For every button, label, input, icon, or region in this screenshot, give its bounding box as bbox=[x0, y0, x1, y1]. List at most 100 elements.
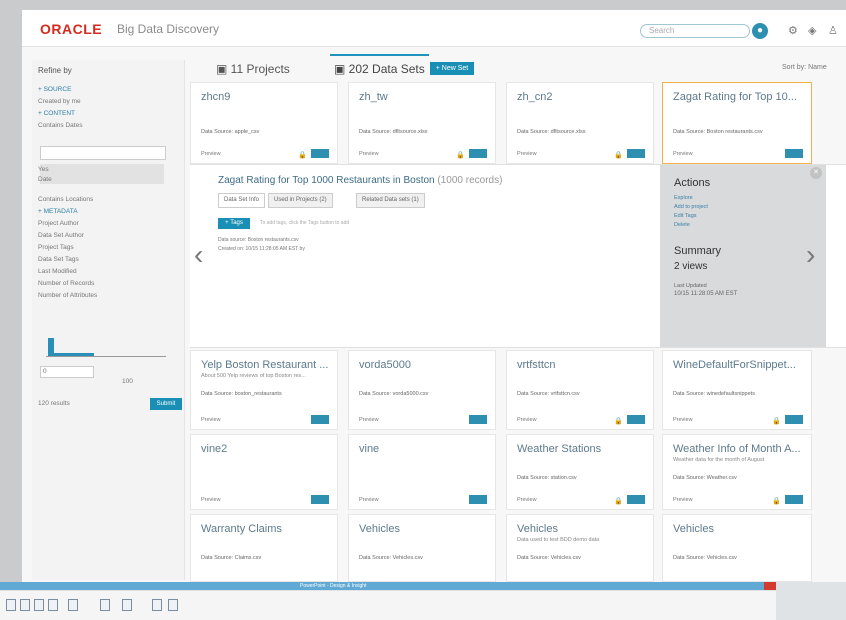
preview-link[interactable]: Preview bbox=[517, 151, 537, 157]
submit-button[interactable]: Submit bbox=[150, 398, 182, 410]
sidebar-item-last-modified[interactable]: Last Modified bbox=[38, 268, 77, 275]
add-button[interactable] bbox=[627, 495, 645, 504]
help-icon[interactable]: ◈ bbox=[808, 24, 816, 37]
card-title[interactable]: vrtfsttcn bbox=[517, 359, 645, 371]
card-title[interactable]: vine bbox=[359, 443, 487, 455]
search-input[interactable]: Search bbox=[640, 24, 750, 38]
add-button[interactable] bbox=[311, 415, 329, 424]
oracle-logo[interactable]: ORACLE bbox=[40, 21, 102, 37]
card-title[interactable]: zhcn9 bbox=[201, 91, 329, 103]
card-title[interactable]: Vehicles bbox=[673, 523, 801, 535]
action-delete[interactable]: Delete bbox=[674, 222, 690, 228]
dataset-card[interactable]: WineDefaultForSnippet... Data Source: wi… bbox=[662, 350, 812, 430]
dropdown-option-yes[interactable]: Yes bbox=[38, 166, 49, 173]
sidebar-item-metadata[interactable]: + METADATA bbox=[38, 208, 78, 215]
sidebar-item-created-by-me[interactable]: Created by me bbox=[38, 98, 81, 105]
action-explore[interactable]: Explore bbox=[674, 195, 693, 201]
range-to-input[interactable]: 100 bbox=[122, 378, 133, 385]
preview-link[interactable]: Preview bbox=[673, 497, 693, 503]
card-title[interactable]: vine2 bbox=[201, 443, 329, 455]
new-icon[interactable] bbox=[6, 599, 16, 611]
add-button[interactable] bbox=[311, 495, 329, 504]
tab-data-set-info[interactable]: Data Set Info bbox=[218, 193, 266, 208]
dataset-card[interactable]: Yelp Boston Restaurant ... About 500 Yel… bbox=[190, 350, 338, 430]
save-icon[interactable] bbox=[34, 599, 44, 611]
dataset-card[interactable]: Warranty Claims Data Source: Claims.csv bbox=[190, 514, 338, 582]
sidebar-item-source[interactable]: + SOURCE bbox=[38, 86, 71, 93]
card-title[interactable]: WineDefaultForSnippet... bbox=[673, 359, 801, 371]
preview-link[interactable]: Preview bbox=[201, 151, 221, 157]
new-set-button[interactable]: + New Set bbox=[430, 62, 474, 75]
dates-select[interactable] bbox=[40, 146, 166, 160]
preview-link[interactable]: Preview bbox=[201, 497, 221, 503]
dataset-card-selected[interactable]: Zagat Rating for Top 10... Data Source: … bbox=[662, 82, 812, 164]
dropdown-option-date[interactable]: Date bbox=[38, 176, 52, 183]
chevron-left-icon[interactable]: ‹ bbox=[194, 239, 203, 271]
close-icon[interactable] bbox=[764, 582, 776, 590]
add-button[interactable] bbox=[785, 415, 803, 424]
print-icon[interactable] bbox=[48, 599, 58, 611]
dataset-card[interactable]: vine2 Preview bbox=[190, 434, 338, 510]
preview-link[interactable]: Preview bbox=[201, 417, 221, 423]
dataset-card[interactable]: vine Preview bbox=[348, 434, 496, 510]
dataset-card[interactable]: Vehicles Data Source: Vehicles.csv bbox=[662, 514, 812, 582]
preview-link[interactable]: Preview bbox=[359, 497, 379, 503]
dataset-card[interactable]: Weather Stations Data Source: station.cs… bbox=[506, 434, 654, 510]
paste-icon[interactable] bbox=[68, 599, 78, 611]
sidebar-item-number-of-records[interactable]: Number of Records bbox=[38, 280, 94, 287]
sidebar-item-contains-dates[interactable]: Contains Dates bbox=[38, 122, 82, 129]
range-from-input[interactable]: 0 bbox=[40, 366, 94, 378]
preview-link[interactable]: Preview bbox=[359, 151, 379, 157]
dataset-card[interactable]: vrtfsttcn Data Source: vrtfsttcn.csv Pre… bbox=[506, 350, 654, 430]
sidebar-item-data-set-author[interactable]: Data Set Author bbox=[38, 232, 84, 239]
chart-icon[interactable] bbox=[168, 599, 178, 611]
card-title[interactable]: Zagat Rating for Top 10... bbox=[673, 91, 801, 103]
sidebar-item-project-author[interactable]: Project Author bbox=[38, 220, 79, 227]
tags-button[interactable]: + Tags bbox=[218, 218, 250, 229]
user-icon[interactable]: ♙ bbox=[828, 24, 838, 37]
dataset-card[interactable]: zhcn9 Data Source: apple_csv Preview 🔒 bbox=[190, 82, 338, 164]
preview-link[interactable]: Preview bbox=[517, 417, 537, 423]
card-title[interactable]: Vehicles bbox=[517, 523, 645, 535]
sidebar-item-contains-locations[interactable]: Contains Locations bbox=[38, 196, 93, 203]
gear-icon[interactable]: ⚙ bbox=[788, 24, 798, 37]
tab-projects[interactable]: ▣ 11 Projects bbox=[212, 56, 294, 82]
close-icon[interactable]: ✕ bbox=[810, 167, 822, 179]
card-title[interactable]: zh_cn2 bbox=[517, 91, 645, 103]
attributes-histogram[interactable] bbox=[46, 330, 166, 357]
preview-link[interactable]: Preview bbox=[517, 497, 537, 503]
add-button[interactable] bbox=[627, 415, 645, 424]
add-button[interactable] bbox=[785, 495, 803, 504]
dataset-card[interactable]: Vehicles Data Source: Vehicles.csv bbox=[348, 514, 496, 582]
dataset-card[interactable]: vorda5000 Data Source: vorda5000.csv Pre… bbox=[348, 350, 496, 430]
dataset-card[interactable]: zh_cn2 Data Source: dfltsource.xlsx Prev… bbox=[506, 82, 654, 164]
card-title[interactable]: Yelp Boston Restaurant ... bbox=[201, 359, 329, 371]
shape-icon[interactable] bbox=[100, 599, 110, 611]
preview-link[interactable]: Preview bbox=[673, 151, 693, 157]
dataset-card[interactable]: Vehicles Data used to test BDD demo data… bbox=[506, 514, 654, 582]
open-icon[interactable] bbox=[20, 599, 30, 611]
chevron-right-icon[interactable]: › bbox=[806, 239, 815, 271]
sidebar-item-data-set-tags[interactable]: Data Set Tags bbox=[38, 256, 79, 263]
preview-link[interactable]: Preview bbox=[673, 417, 693, 423]
tab-used-in-projects[interactable]: Used in Projects (2) bbox=[268, 193, 333, 208]
tab-data-sets[interactable]: ▣ 202 Data Sets bbox=[330, 54, 429, 82]
card-title[interactable]: Vehicles bbox=[359, 523, 487, 535]
card-title[interactable]: Weather Info of Month A... bbox=[673, 443, 801, 455]
card-title[interactable]: zh_tw bbox=[359, 91, 487, 103]
sidebar-item-number-of-attributes[interactable]: Number of Attributes bbox=[38, 292, 97, 299]
add-button[interactable] bbox=[785, 149, 803, 158]
sort-select[interactable]: Sort by: Name bbox=[782, 64, 827, 71]
add-button[interactable] bbox=[627, 149, 645, 158]
add-button[interactable] bbox=[469, 415, 487, 424]
preview-link[interactable]: Preview bbox=[359, 417, 379, 423]
card-title[interactable]: Weather Stations bbox=[517, 443, 645, 455]
sidebar-item-content[interactable]: + CONTENT bbox=[38, 110, 75, 117]
table-icon[interactable] bbox=[122, 599, 132, 611]
add-button[interactable] bbox=[311, 149, 329, 158]
action-add-to-project[interactable]: Add to project bbox=[674, 204, 708, 210]
action-edit-tags[interactable]: Edit Tags bbox=[674, 213, 697, 219]
card-title[interactable]: Warranty Claims bbox=[201, 523, 329, 535]
dataset-card[interactable]: zh_tw Data Source: dfltsource.xlsx Previ… bbox=[348, 82, 496, 164]
add-button[interactable] bbox=[469, 495, 487, 504]
